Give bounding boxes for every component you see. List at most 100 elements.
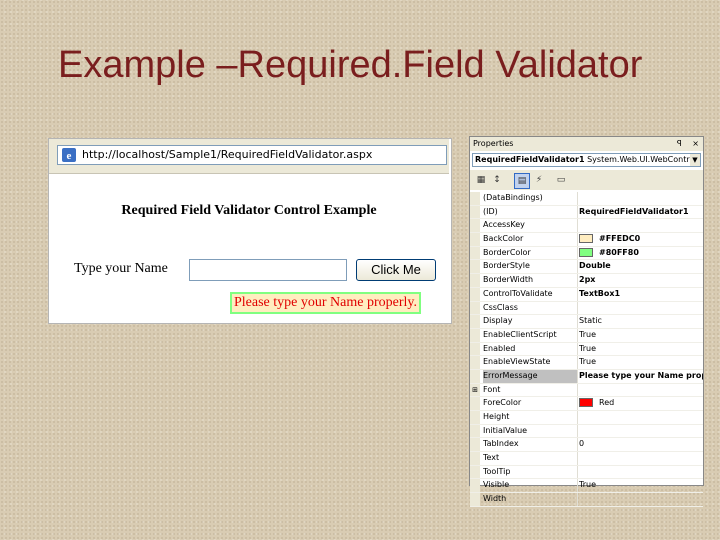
property-row[interactable]: InitialValue [470,424,703,439]
property-value[interactable] [579,425,703,438]
property-row[interactable]: Visible True [470,479,703,494]
row-gutter [470,274,480,287]
color-swatch [579,247,593,257]
property-value-text: Red [599,398,615,408]
categorized-icon[interactable]: ▦ [474,173,488,187]
property-name: Text [483,452,578,465]
row-gutter [470,397,480,410]
property-row[interactable]: BorderWidth 2px [470,274,703,288]
chevron-down-icon[interactable]: ▼ [690,154,700,166]
object-type: System.Web.UI.WebControls [587,155,701,164]
object-selector[interactable]: RequiredFieldValidator1 System.Web.UI.We… [472,153,701,167]
property-value-text: #FFEDC0 [599,234,641,244]
property-name: BorderWidth [483,274,578,287]
property-row[interactable]: Enabled True [470,342,703,357]
property-name: CssClass [483,301,578,315]
row-gutter [470,465,480,479]
click-me-button[interactable]: Click Me [356,259,436,281]
property-value[interactable] [579,411,703,424]
row-gutter [470,452,480,465]
property-value[interactable]: #80FF80 [579,247,703,260]
property-value[interactable]: 0 [579,438,703,451]
property-value[interactable]: Static [579,315,703,328]
property-value-text: True [579,343,596,353]
close-icon[interactable]: × [692,139,699,148]
property-value[interactable]: True [579,356,703,369]
property-name: BorderColor [483,246,578,260]
property-value[interactable] [579,466,703,479]
property-value-text: Double [579,261,611,271]
properties-icon[interactable]: ▤ [514,173,530,189]
pin-icon[interactable]: ꟼ [677,139,682,148]
property-name: Width [483,493,578,506]
property-value[interactable]: Double [579,260,703,273]
property-row[interactable]: CssClass [470,301,703,316]
name-input[interactable] [189,259,347,281]
row-gutter [470,205,480,219]
property-name: ErrorMessage [483,369,578,383]
property-value[interactable]: #FFEDC0 [579,233,703,246]
property-value[interactable]: True [579,329,703,342]
property-value[interactable] [579,452,703,465]
property-row[interactable]: BackColor #FFEDC0 [470,233,703,247]
property-row[interactable]: BorderStyle Double [470,260,703,275]
property-row[interactable]: Text [470,452,703,466]
property-value-text: TextBox1 [579,288,621,298]
svg-text:e: e [67,150,72,162]
property-name: TabIndex [483,438,578,452]
row-gutter [470,301,480,315]
row-gutter [470,328,480,342]
property-value-text: Please type your Name prope [579,370,703,380]
property-value[interactable] [579,493,703,506]
property-value[interactable]: Red [579,397,703,410]
row-gutter [470,192,480,205]
property-row[interactable]: EnableViewState True [470,356,703,370]
property-row[interactable]: ToolTip [470,465,703,480]
property-value[interactable] [579,302,703,315]
properties-title-bar: Properties ꟼ × [470,137,703,151]
property-value[interactable]: True [579,343,703,356]
property-pages-icon[interactable]: ▭ [554,173,568,187]
property-value[interactable] [579,219,703,232]
events-icon[interactable]: ⚡ [532,173,546,187]
row-gutter [470,369,480,383]
property-row[interactable]: ForeColor Red [470,397,703,411]
property-row[interactable]: (DataBindings) [470,192,703,206]
property-value[interactable] [579,192,703,205]
expand-icon[interactable]: ⊞ [470,383,480,397]
row-gutter [470,356,480,369]
property-value[interactable]: TextBox1 [579,288,703,301]
property-row[interactable]: Height [470,411,703,425]
property-row[interactable]: BorderColor #80FF80 [470,246,703,261]
property-row[interactable]: ⊞ Font [470,383,703,398]
property-row[interactable]: ErrorMessage Please type your Name prope [470,369,703,384]
browser-screenshot: http://localhost/Sample1/RequiredFieldVa… [48,138,452,324]
page-heading: Required Field Validator Control Example [121,203,377,218]
property-value[interactable]: 2px [579,274,703,287]
property-name: BorderStyle [483,260,578,274]
property-value-text: RequiredFieldValidator1 [579,206,689,216]
property-name: Height [483,411,578,424]
address-field[interactable]: http://localhost/Sample1/RequiredFieldVa… [57,145,447,165]
color-swatch [579,234,593,244]
property-row[interactable]: Width [470,493,703,507]
property-row[interactable]: (ID) RequiredFieldValidator1 [470,205,703,220]
property-row[interactable]: EnableClientScript True [470,328,703,343]
property-row[interactable]: ControlToValidate TextBox1 [470,287,703,302]
property-value[interactable] [579,384,703,397]
property-name: (DataBindings) [483,192,578,205]
property-value[interactable]: Please type your Name prope [579,370,703,383]
validation-error-message: Please type your Name properly. [230,292,421,314]
property-name: Enabled [483,342,578,356]
property-value[interactable]: True [579,479,703,492]
property-row[interactable]: TabIndex 0 [470,438,703,453]
property-value-text: True [579,480,596,490]
name-label: Type your Name [74,261,168,276]
alphabetical-icon[interactable]: ↕ [490,173,504,187]
row-gutter [470,246,480,260]
property-value[interactable]: RequiredFieldValidator1 [579,206,703,219]
property-row[interactable]: AccessKey [470,219,703,234]
property-grid: (DataBindings) (ID) RequiredFieldValidator… [470,192,703,507]
property-row[interactable]: Display Static [470,315,703,329]
property-name: AccessKey [483,219,578,233]
